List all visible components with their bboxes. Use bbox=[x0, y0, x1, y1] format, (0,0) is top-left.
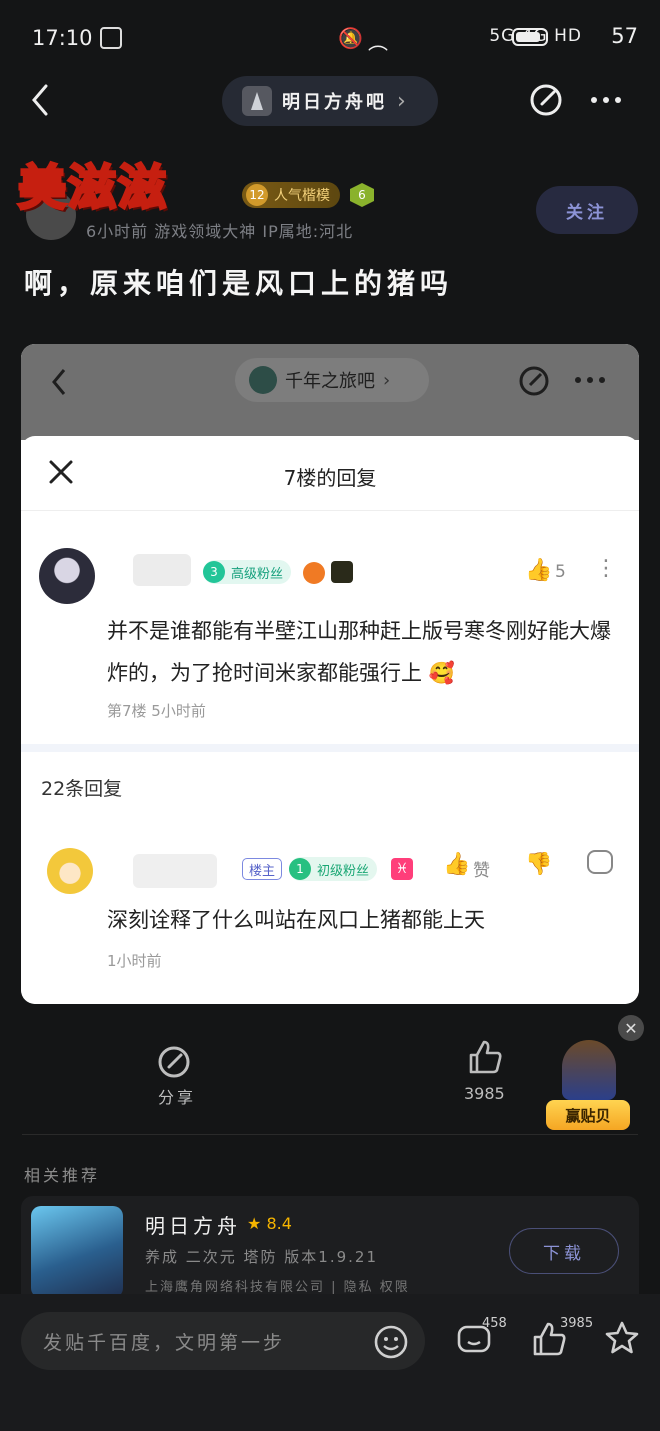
reply-placeholder: 发贴千百度，文明第一步 bbox=[43, 1332, 286, 1354]
promo-banner[interactable]: 赢贴贝 bbox=[546, 1040, 632, 1130]
level-title: 人气楷模 bbox=[274, 188, 330, 204]
notification-icon bbox=[100, 27, 122, 49]
pisces-icon: ♓ bbox=[391, 858, 413, 880]
status-bar: 17:10 🔕 ︵ 5G 4G HD 57 bbox=[0, 0, 660, 76]
image-forum-pill: 千年之旅吧 › bbox=[235, 358, 429, 402]
edit-icon[interactable] bbox=[528, 82, 564, 118]
post-title: 啊，原来咱们是风口上的猪吗 bbox=[24, 267, 454, 300]
reply-text: 深刻诠释了什么叫站在风口上猪都能上天 bbox=[107, 908, 485, 932]
reply-name-redacted bbox=[133, 854, 217, 888]
thumbs-up-icon: 👍 bbox=[525, 558, 553, 583]
reply-meta: 1小时前 bbox=[107, 952, 162, 970]
app-icon bbox=[31, 1206, 123, 1298]
image-chevron-icon: › bbox=[383, 369, 391, 391]
like-icon[interactable] bbox=[466, 1038, 504, 1076]
host-tag: 楼主 bbox=[242, 858, 282, 880]
promo-label: 赢贴贝 bbox=[546, 1100, 630, 1130]
comment-meta: 第7楼 5小时前 bbox=[107, 702, 206, 720]
lungs-icon bbox=[303, 562, 325, 584]
forum-avatar bbox=[242, 86, 272, 116]
commenter-avatar bbox=[39, 548, 95, 604]
bottom-bar: 发贴千百度，文明第一步 458 3985 bbox=[0, 1294, 660, 1431]
rating-value: 8.4 bbox=[266, 1214, 292, 1233]
level-badge: 12 人气楷模 bbox=[242, 182, 340, 208]
post-image[interactable]: 千年之旅吧 › 7楼的回复 3 高级粉丝 👍 5 ⋮ 并不是谁都能有半壁江山那种… bbox=[21, 344, 639, 1004]
reply-input[interactable]: 发贴千百度，文明第一步 bbox=[21, 1312, 425, 1370]
app-rating: ★ 8.4 bbox=[247, 1214, 292, 1233]
image-more-icon bbox=[573, 368, 607, 392]
modal-title: 7楼的回复 bbox=[283, 466, 377, 490]
reply-modal: 7楼的回复 3 高级粉丝 👍 5 ⋮ 并不是谁都能有半壁江山那种赶上版号寒冬刚好… bbox=[21, 436, 639, 1004]
author-name[interactable]: 美滋滋 bbox=[16, 148, 168, 218]
emoji-icon[interactable] bbox=[373, 1324, 409, 1360]
image-edit-icon bbox=[517, 364, 551, 398]
like-count: 3985 bbox=[464, 1084, 505, 1103]
more-vertical-icon: ⋮ bbox=[595, 556, 617, 581]
star-icon: ★ bbox=[247, 1214, 267, 1233]
battery-level: 57 bbox=[611, 24, 638, 48]
comment-count: 458 bbox=[482, 1316, 507, 1331]
image-forum-avatar bbox=[249, 366, 277, 394]
wifi-icon: ︵ bbox=[368, 30, 388, 54]
share-icon[interactable] bbox=[156, 1044, 192, 1080]
reply-fan-badge: 1 初级粉丝 bbox=[289, 857, 378, 881]
recommend-card[interactable]: 明日方舟 ★ 8.4 养成 二次元 塔防 版本1.9.21 上海鹰角网络科技有限… bbox=[21, 1196, 639, 1306]
back-icon[interactable] bbox=[28, 82, 52, 118]
download-button[interactable]: 下载 bbox=[509, 1228, 619, 1274]
promo-character bbox=[562, 1040, 616, 1100]
divider bbox=[22, 1134, 638, 1135]
fan-level-number: 3 bbox=[203, 561, 225, 583]
divider bbox=[21, 510, 639, 511]
comment-text: 并不是谁都能有半壁江山那种赶上版号寒冬刚好能大爆炸的，为了抢时间米家都能强行上 … bbox=[107, 619, 611, 685]
follow-button[interactable]: 关注 bbox=[536, 186, 638, 234]
reply-count: 22条回复 bbox=[41, 778, 123, 800]
promo-close-icon[interactable]: ✕ bbox=[618, 1015, 644, 1041]
status-time: 17:10 bbox=[32, 26, 93, 50]
fan-level-label: 高级粉丝 bbox=[231, 566, 284, 582]
image-back-icon bbox=[49, 366, 69, 398]
post-meta: 6小时前 游戏领域大神 IP属地:河北 bbox=[86, 222, 354, 241]
level-number: 12 bbox=[246, 184, 268, 206]
nav-bar: 明日方舟吧 › bbox=[0, 76, 660, 140]
app-name: 明日方舟 bbox=[145, 1214, 241, 1238]
medal-icon bbox=[331, 561, 353, 583]
reply-like-label: 赞 bbox=[473, 861, 490, 881]
share-label[interactable]: 分享 bbox=[158, 1084, 196, 1108]
battery-icon bbox=[512, 28, 548, 46]
forum-name: 明日方舟吧 bbox=[282, 92, 387, 113]
commenter-name-redacted bbox=[133, 554, 191, 586]
reply-fan-label: 初级粉丝 bbox=[317, 863, 370, 879]
favorite-star-icon[interactable] bbox=[604, 1320, 640, 1356]
forum-pill[interactable]: 明日方舟吧 › bbox=[222, 76, 438, 126]
thumbs-down-icon: 👎 bbox=[525, 852, 553, 877]
reply-fan-number: 1 bbox=[289, 858, 311, 880]
fan-level-badge: 3 高级粉丝 bbox=[203, 560, 292, 584]
chevron-right-icon: › bbox=[397, 88, 406, 114]
reply-comment-icon bbox=[587, 850, 613, 874]
section-separator bbox=[21, 744, 639, 752]
mute-icon: 🔕 bbox=[338, 26, 363, 50]
app-tags: 养成 二次元 塔防 版本1.9.21 bbox=[145, 1248, 379, 1266]
reply-thumbs-up-icon: 👍 bbox=[443, 852, 471, 877]
image-navbar: 千年之旅吧 › bbox=[21, 344, 639, 440]
image-forum-name: 千年之旅吧 bbox=[285, 371, 375, 392]
more-icon[interactable] bbox=[588, 86, 624, 114]
comment-like-count: 5 bbox=[555, 562, 566, 582]
bottom-like-count: 3985 bbox=[560, 1316, 594, 1331]
reply-avatar bbox=[47, 848, 93, 894]
recommend-title: 相关推荐 bbox=[24, 1166, 101, 1185]
app-company: 上海鹰角网络科技有限公司 | 隐私 权限 bbox=[145, 1280, 410, 1295]
level-gem-icon: 6 bbox=[350, 183, 374, 207]
